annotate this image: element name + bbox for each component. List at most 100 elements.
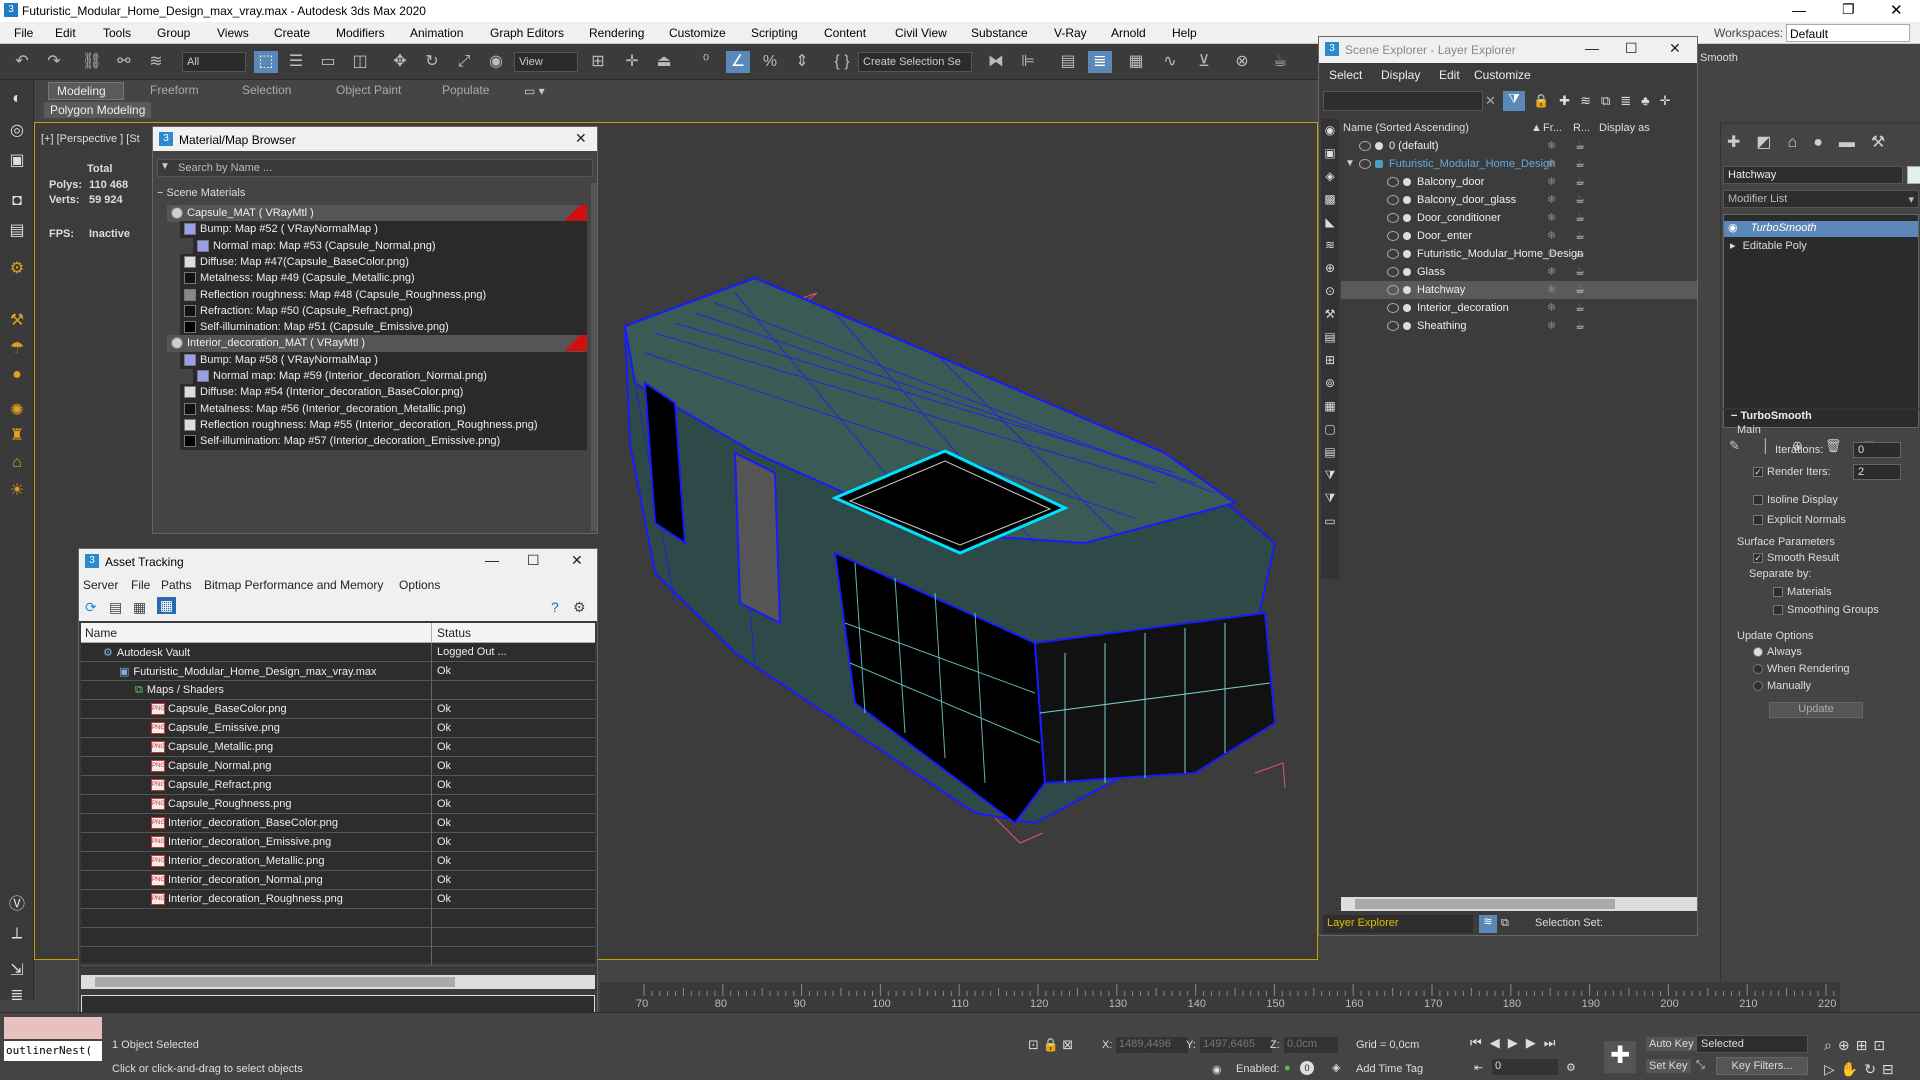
align-icon[interactable]: ⊫ [1016,51,1040,73]
visibility-eye-icon[interactable] [1387,249,1399,259]
scene-hscrollbar[interactable] [1341,897,1697,911]
stack-item-turbosmooth[interactable]: ◉ TurboSmooth [1724,221,1918,237]
scene-materials-header[interactable]: − Scene Materials [157,187,245,199]
asset-menu-server[interactable]: Server [83,578,118,592]
unlink-icon[interactable]: ⚯ [112,51,136,73]
renderable-teapot-icon[interactable]: ☕ [1575,157,1585,170]
col-freeze[interactable]: Fr... [1543,122,1562,134]
asset-row[interactable]: PNG Capsule_BaseColor.png Ok [81,700,595,719]
mirror-icon[interactable]: ⧓ [984,51,1008,73]
map-item[interactable]: Bump: Map #58 ( VRayNormalMap ) [180,351,587,370]
asset-menu-bitmap[interactable]: Bitmap Performance and Memory [204,578,383,592]
minimize-icon[interactable]: — [485,552,499,568]
set-key-button[interactable]: Set Key [1646,1059,1691,1073]
set-key-big-icon[interactable]: ✚ [1604,1041,1636,1073]
renderable-teapot-icon[interactable]: ☕ [1575,193,1585,206]
ribbon-toggle-icon[interactable]: ▦ [1124,51,1148,73]
script-icon[interactable]: ≣ [5,985,29,1007]
asset-row[interactable]: PNG Capsule_Roughness.png Ok [81,795,595,814]
renderable-teapot-icon[interactable]: ☕ [1575,247,1585,260]
viewport-nav-controls-icons[interactable]: ⌕⊕⊞⊡ [1824,1037,1891,1054]
redo-icon[interactable]: ↷ [42,51,66,73]
scene-menu-display[interactable]: Display [1381,68,1420,82]
asset-row[interactable]: PNG Interior_decoration_Roughness.png Ok [81,890,595,909]
renderable-teapot-icon[interactable]: ☕ [1575,319,1585,332]
isoline-display-checkbox[interactable]: Isoline Display [1753,494,1838,506]
render-iters-spinner[interactable]: 2 [1853,464,1901,480]
material-scrollbar[interactable] [591,183,597,531]
asset-row[interactable]: ▣ Futuristic_Modular_Home_Design_max_vray… [81,662,595,681]
scene-explorer-window[interactable]: 3 Scene Explorer - Layer Explorer — ☐ ✕ … [1318,36,1698,936]
when-rendering-radio[interactable]: When Rendering [1753,663,1850,675]
freeze-icon[interactable]: ❄ [1547,283,1556,296]
asset-row[interactable]: PNG Interior_decoration_Metallic.png Ok [81,852,595,871]
key-mode-icon[interactable]: ⤡ [1696,1059,1705,1072]
tag-icon[interactable]: ◈ [1332,1061,1340,1074]
asset-menu-file[interactable]: File [131,578,150,592]
window-crossing-icon[interactable]: ◫ [348,51,372,73]
material-search-box[interactable]: ▼ Search by Name ... [157,159,593,177]
renderable-teapot-icon[interactable]: ☕ [1575,283,1585,296]
tab-freeform[interactable]: Freeform [142,82,207,100]
manually-radio[interactable]: Manually [1753,680,1811,692]
menu-help[interactable]: Help [1172,26,1197,40]
playback-controls-icons[interactable]: ⏮◀▶▶⏭ [1470,1035,1563,1051]
layer-explorer-toggle-icon[interactable]: ≣ [1088,51,1112,73]
time-config-icon[interactable]: ⇤ [1474,1061,1483,1074]
maxscript-input[interactable]: outlinerNest( [4,1041,102,1061]
layer-mode-icon[interactable]: ≋ [1479,915,1497,933]
menu-arnold[interactable]: Arnold [1111,26,1146,40]
map-item[interactable]: Refraction: Map #50 (Capsule_Refract.png… [180,302,587,321]
menu-substance[interactable]: Substance [971,26,1028,40]
always-radio[interactable]: Always [1753,646,1802,658]
scene-object-row[interactable]: Sheathing ❄ ☕ [1341,317,1697,335]
angle-snap-icon[interactable]: ∠ [726,51,750,73]
menu-graph-editors[interactable]: Graph Editors [490,26,564,40]
map-item[interactable]: Bump: Map #52 ( VRayNormalMap ) [180,221,587,240]
selection-set-dropdown[interactable]: Create Selection Se [858,52,972,72]
close-icon[interactable]: ✕ [575,130,587,147]
sort-ascending-icon[interactable]: ▲ [1531,122,1542,134]
lamp-icon[interactable]: ♜ [5,425,29,447]
freeze-icon[interactable]: ❄ [1547,139,1556,152]
col-render[interactable]: R... [1573,122,1590,134]
move-icon[interactable]: ✥ [388,51,412,73]
thumbnail-view-icon[interactable]: ▦ [133,599,146,616]
key-set-dropdown[interactable]: Selected [1696,1035,1808,1053]
menu-tools[interactable]: Tools [103,26,131,40]
freeze-icon[interactable]: ❄ [1547,193,1556,206]
smoothing-groups-checkbox[interactable]: Smoothing Groups [1773,604,1879,616]
material-item[interactable]: Capsule_MAT ( VRayMtl ) [167,205,587,223]
tab-object-paint[interactable]: Object Paint [328,82,409,100]
explicit-normals-checkbox[interactable]: Explicit Normals [1753,514,1846,526]
ribbon-polygon-modeling[interactable]: Polygon Modeling [44,102,152,118]
asset-tracking-window[interactable]: 3 Asset Tracking — ☐ ✕ Server File Paths… [78,548,598,1018]
scene-object-row[interactable]: Door_conditioner ❄ ☕ [1341,209,1697,227]
asset-row[interactable]: PNG Interior_decoration_Emissive.png Ok [81,833,595,852]
render-iters-checkbox[interactable]: ✓ Render Iters: [1753,466,1831,478]
menu-content[interactable]: Content [824,26,866,40]
menu-civil-view[interactable]: Civil View [895,26,947,40]
scrollbar-thumb[interactable] [1355,899,1615,909]
map-item[interactable]: Reflection roughness: Map #55 (Interior_… [180,416,587,435]
iterations-spinner[interactable]: 0 [1853,442,1901,458]
scene-object-row[interactable]: Hatchway ❄ ☕ [1341,281,1697,299]
map-item[interactable]: Normal map: Map #59 (Interior_decoration… [193,368,587,386]
map-item[interactable]: Metalness: Map #56 (Interior_decoration_… [180,400,587,419]
renderable-teapot-icon[interactable]: ☕ [1575,139,1585,152]
visibility-eye-icon[interactable] [1359,159,1371,169]
renderable-teapot-icon[interactable]: ☕ [1575,175,1585,188]
map-item[interactable]: Normal map: Map #53 (Capsule_Normal.png) [193,237,587,256]
scene-menu-select[interactable]: Select [1329,68,1362,82]
freeze-icon[interactable]: ❄ [1547,301,1556,314]
visibility-eye-icon[interactable] [1387,231,1399,241]
col-name[interactable]: Name (Sorted Ascending) [1343,122,1469,134]
asset-row[interactable]: ⚙ Autodesk Vault Logged Out ... [81,643,595,662]
scene-object-row[interactable]: Door_enter ❄ ☕ [1341,227,1697,245]
asset-row[interactable]: PNG Capsule_Refract.png Ok [81,776,595,795]
sphere-icon[interactable]: ✺ [5,400,29,422]
freeze-icon[interactable]: ❄ [1547,211,1556,224]
object-name-input[interactable]: Hatchway [1723,166,1903,184]
object-color-swatch[interactable] [1907,166,1920,184]
move-anim-icon[interactable]: ⇲ [5,960,29,982]
